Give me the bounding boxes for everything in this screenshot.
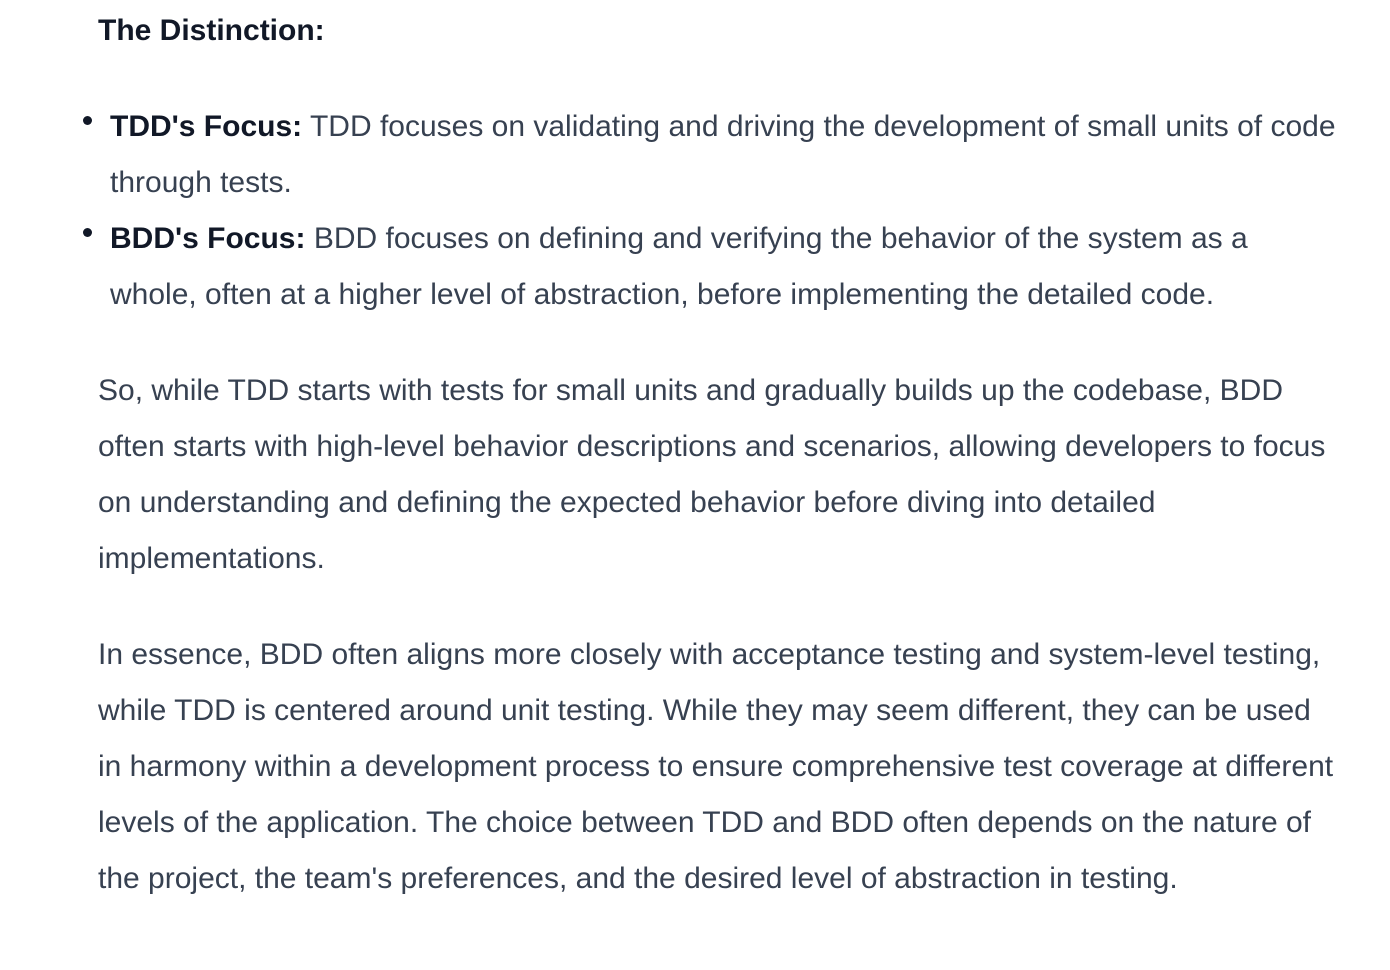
paragraph-essence: In essence, BDD often aligns more closel… (98, 638, 1334, 895)
section-heading: The Distinction: (98, 14, 325, 47)
list-item-term: BDD's Focus: (110, 222, 306, 255)
list-item: BDD's Focus: BDD focuses on defining and… (83, 211, 1338, 323)
focus-list: TDD's Focus: TDD focuses on validating a… (83, 99, 1338, 323)
message-content: The Distinction: TDD's Focus: TDD focuse… (83, 3, 1338, 907)
paragraph-summary: So, while TDD starts with tests for smal… (98, 374, 1326, 575)
list-item: TDD's Focus: TDD focuses on validating a… (83, 99, 1338, 211)
bullet-dot-icon (83, 116, 92, 125)
list-item-term: TDD's Focus: (110, 110, 303, 143)
bullet-dot-icon (83, 228, 92, 237)
